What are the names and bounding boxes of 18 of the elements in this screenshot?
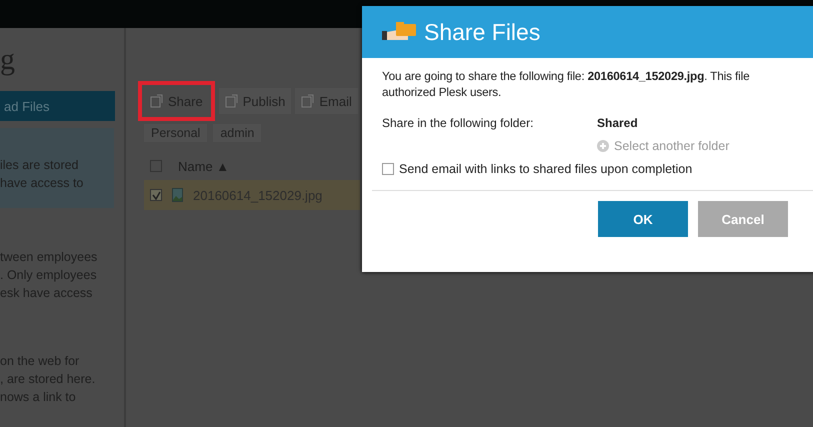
document-icon — [224, 94, 239, 108]
dialog-message: authorized Plesk users. — [382, 84, 502, 100]
email-checkbox[interactable] — [382, 163, 394, 175]
select-folder-link[interactable]: Select another folder — [597, 139, 730, 153]
hand-folder-icon — [382, 21, 418, 43]
folder-label: Share in the following folder: — [382, 116, 534, 132]
dialog-message: You are going to share the following file: 20160614_152029.jpg. This file — [382, 68, 750, 84]
plus-icon — [597, 140, 609, 152]
ok-button[interactable]: OK — [598, 201, 688, 237]
folder-value: Shared — [597, 116, 639, 130]
row-checkbox[interactable] — [150, 189, 162, 201]
document-icon — [301, 94, 316, 108]
image-file-icon — [172, 188, 183, 202]
document-icon — [150, 94, 164, 108]
upload-files-button[interactable]: ad Files — [0, 91, 115, 121]
dialog-title: Share Files — [424, 18, 540, 46]
cancel-button[interactable]: Cancel — [698, 201, 788, 237]
email-option-label: Send email with links to shared files upon completion — [399, 162, 692, 176]
